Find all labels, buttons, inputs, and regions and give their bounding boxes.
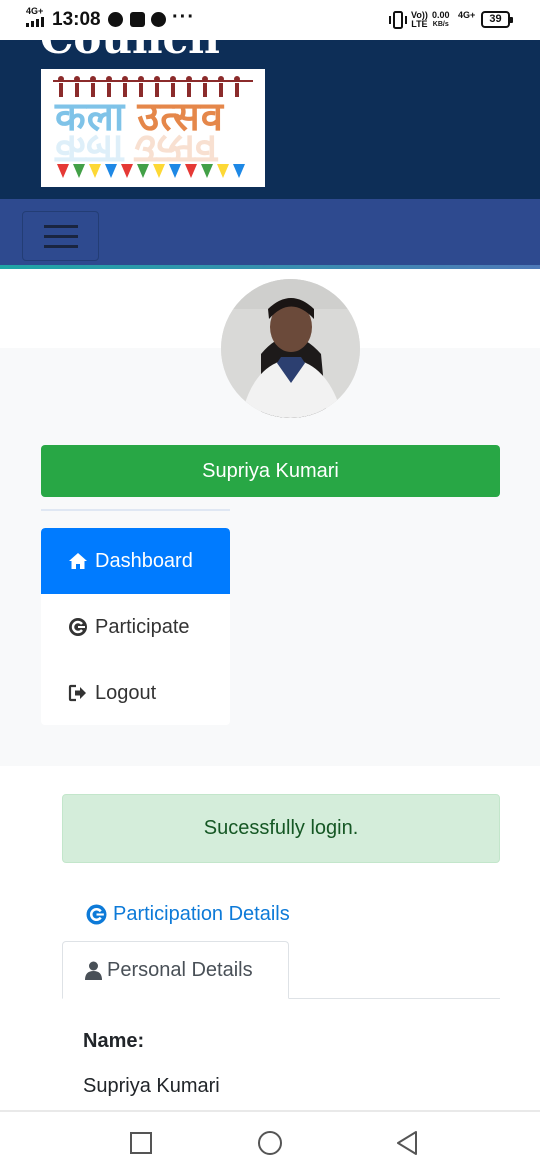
success-alert: Sucessfully login. <box>62 794 500 863</box>
side-menu: Dashboard Participate Logout <box>41 528 230 725</box>
navbar-divider <box>0 265 540 269</box>
top-navbar <box>0 199 540 265</box>
network-type-2: 4G+ <box>458 10 476 20</box>
brand-title: Council <box>40 40 220 63</box>
bunting-flags <box>57 164 245 178</box>
menu-item-logout[interactable]: Logout <box>41 660 230 725</box>
network-type: 4G+ <box>26 6 44 16</box>
avatar <box>221 279 360 418</box>
signal-icon <box>26 17 46 27</box>
menu-item-label: Logout <box>95 682 157 704</box>
tab-label: Personal Details <box>107 959 253 981</box>
chrome-icon <box>151 12 166 27</box>
name-value: Supriya Kumari <box>83 1075 220 1097</box>
participate-icon <box>86 904 107 925</box>
tab-personal-details[interactable]: Personal Details <box>62 941 289 999</box>
divider <box>41 509 230 511</box>
menu-item-dashboard[interactable]: Dashboard <box>41 528 230 594</box>
speed-value: 0.00 <box>432 10 450 20</box>
recent-apps-icon[interactable] <box>128 1130 154 1156</box>
menu-item-participate[interactable]: Participate <box>41 594 230 660</box>
home-icon <box>69 553 87 569</box>
more-notifications-icon: ··· <box>172 6 195 28</box>
telegram-icon <box>108 12 123 27</box>
logout-icon <box>68 684 86 702</box>
participation-details-label: Participation Details <box>113 903 290 925</box>
youtube-icon <box>130 12 145 27</box>
clock: 13:08 <box>52 9 101 30</box>
menu-item-label: Participate <box>95 616 190 638</box>
site-header: Council कला उत्सव कला <box>0 40 540 199</box>
volte-bottom: LTE <box>411 19 428 29</box>
menu-item-label: Dashboard <box>95 550 193 572</box>
hamburger-icon[interactable] <box>22 211 99 261</box>
participate-icon <box>69 618 87 636</box>
data-speed: 0.00 KB/s <box>432 11 450 29</box>
vibrate-icon <box>389 11 407 29</box>
avatar-photo <box>221 279 360 418</box>
back-icon[interactable] <box>395 1130 421 1156</box>
volte-indicator: Vo)) LTE <box>411 11 428 29</box>
speed-unit: KB/s <box>432 21 449 28</box>
status-bar: 4G+ 13:08 ··· Vo)) LTE 0.00 KB/s 4G+ 39 <box>0 0 540 40</box>
profile-name-button[interactable]: Supriya Kumari <box>41 445 500 497</box>
kala-utsav-logo[interactable]: कला उत्सव कला उत्सव <box>41 69 265 187</box>
battery-icon: 39 <box>481 11 513 28</box>
system-navigation-bar <box>0 1110 540 1170</box>
user-icon <box>85 961 102 980</box>
home-button-icon[interactable] <box>257 1130 283 1156</box>
name-label: Name: <box>83 1030 145 1052</box>
